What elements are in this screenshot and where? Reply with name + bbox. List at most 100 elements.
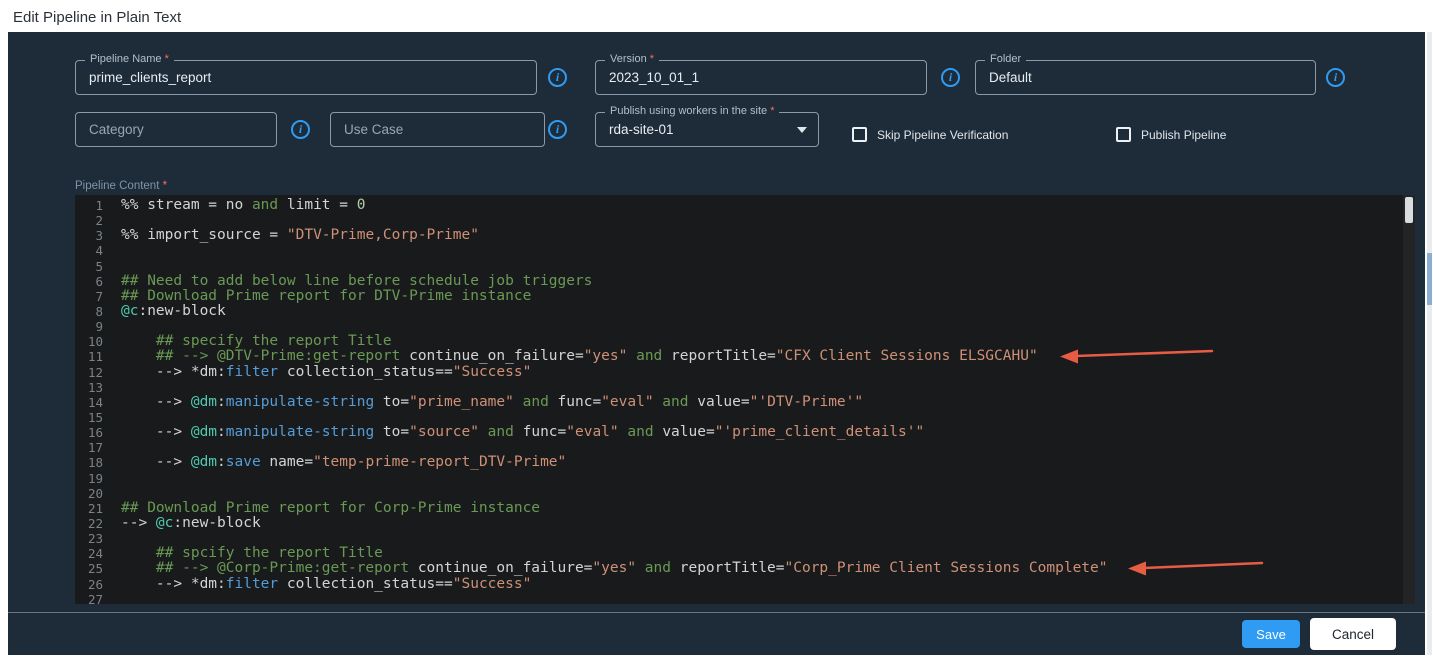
code-line: [121, 319, 1401, 334]
site-select[interactable]: Publish using workers in the site * rda-…: [595, 112, 819, 147]
pipeline-name-info-icon[interactable]: i: [548, 68, 567, 87]
pipeline-name-value: prime_clients_report: [89, 70, 211, 85]
page-scrollbar[interactable]: [1427, 32, 1432, 655]
code-line: [121, 213, 1401, 228]
code-line: [121, 243, 1401, 258]
footer-divider: [8, 612, 1425, 613]
cancel-button[interactable]: Cancel: [1310, 618, 1396, 650]
code-line: --> @c:new-block: [121, 516, 1401, 531]
save-button[interactable]: Save: [1242, 620, 1300, 648]
use-case-field[interactable]: Use Case: [330, 112, 545, 147]
publish-pipeline-checkbox[interactable]: Publish Pipeline: [1116, 127, 1226, 142]
line-number: 16: [75, 425, 121, 440]
line-number: 22: [75, 516, 121, 531]
code-line: ## --> @Corp-Prime:get-report continue_o…: [121, 561, 1401, 576]
category-info-icon[interactable]: i: [291, 120, 310, 139]
code-line: ## spcify the report Title: [121, 546, 1401, 561]
line-number: 19: [75, 471, 121, 486]
editor-vertical-scrollbar[interactable]: [1403, 195, 1415, 604]
code-line: [121, 592, 1401, 604]
code-line: --> @dm:manipulate-string to="source" an…: [121, 425, 1401, 440]
code-line: --> *dm:filter collection_status=="Succe…: [121, 577, 1401, 592]
checkbox-box-icon[interactable]: [852, 127, 867, 142]
pipeline-content-editor[interactable]: 1234567891011121314151617181920212223242…: [75, 195, 1415, 604]
line-number: 15: [75, 410, 121, 425]
line-number: 1: [75, 198, 121, 213]
line-number: 11: [75, 349, 121, 364]
line-number: 10: [75, 334, 121, 349]
site-value: rda-site-01: [609, 122, 674, 137]
code-line: [121, 486, 1401, 501]
code-line: ## Download Prime report for DTV-Prime i…: [121, 289, 1401, 304]
code-line: ## specify the report Title: [121, 334, 1401, 349]
code-line: --> *dm:filter collection_status=="Succe…: [121, 365, 1401, 380]
skip-pipeline-verification-checkbox[interactable]: Skip Pipeline Verification: [852, 127, 1008, 142]
code-line: [121, 259, 1401, 274]
editor-scrollbar-thumb[interactable]: [1405, 197, 1413, 223]
code-line: [121, 410, 1401, 425]
code-line: ## --> @DTV-Prime:get-report continue_on…: [121, 349, 1401, 364]
skip-pipeline-verification-label: Skip Pipeline Verification: [877, 128, 1008, 142]
code-line: --> @dm:save name="temp-prime-report_DTV…: [121, 455, 1401, 470]
code-line: [121, 531, 1401, 546]
line-number: 21: [75, 501, 121, 516]
pipeline-name-field[interactable]: Pipeline Name * prime_clients_report: [75, 60, 537, 95]
line-number: 5: [75, 259, 121, 274]
code-lines[interactable]: %% stream = no and limit = 0 %% import_s…: [121, 198, 1401, 604]
line-number: 18: [75, 455, 121, 470]
line-number: 6: [75, 274, 121, 289]
code-line: ## Need to add below line before schedul…: [121, 274, 1401, 289]
version-value: 2023_10_01_1: [609, 70, 699, 85]
line-number: 26: [75, 577, 121, 592]
category-field[interactable]: Category: [75, 112, 277, 147]
line-number: 12: [75, 365, 121, 380]
code-line: %% stream = no and limit = 0: [121, 198, 1401, 213]
dialog-title: Edit Pipeline in Plain Text: [13, 9, 181, 26]
line-number: 3: [75, 228, 121, 243]
line-number: 7: [75, 289, 121, 304]
publish-pipeline-label: Publish Pipeline: [1141, 128, 1226, 142]
line-number: 8: [75, 304, 121, 319]
folder-label: Folder: [985, 53, 1026, 65]
line-number: 20: [75, 486, 121, 501]
chevron-down-icon[interactable]: [797, 127, 807, 133]
required-marker: *: [165, 53, 169, 65]
site-label: Publish using workers in the site *: [605, 105, 779, 117]
line-number: 23: [75, 531, 121, 546]
code-line: --> @dm:manipulate-string to="prime_name…: [121, 395, 1401, 410]
line-number: 25: [75, 561, 121, 576]
line-number: 4: [75, 243, 121, 258]
line-number: 2: [75, 213, 121, 228]
code-line: %% import_source = "DTV-Prime,Corp-Prime…: [121, 228, 1401, 243]
use-case-info-icon[interactable]: i: [548, 120, 567, 139]
line-number: 24: [75, 546, 121, 561]
line-number: 9: [75, 319, 121, 334]
code-line: [121, 440, 1401, 455]
folder-value: Default: [989, 70, 1032, 85]
code-line: [121, 380, 1401, 395]
edit-pipeline-screen: Edit Pipeline in Plain Text Pipeline Nam…: [0, 0, 1433, 667]
line-number-gutter: 1234567891011121314151617181920212223242…: [75, 198, 121, 604]
version-label: Version *: [605, 53, 659, 65]
folder-field[interactable]: Folder Default: [975, 60, 1316, 95]
category-placeholder: Category: [89, 122, 144, 137]
use-case-placeholder: Use Case: [344, 122, 403, 137]
required-marker: *: [650, 53, 654, 65]
code-line: @c:new-block: [121, 304, 1401, 319]
version-info-icon[interactable]: i: [941, 68, 960, 87]
line-number: 14: [75, 395, 121, 410]
line-number: 27: [75, 592, 121, 604]
version-field[interactable]: Version * 2023_10_01_1: [595, 60, 927, 95]
line-number: 17: [75, 440, 121, 455]
page-scrollbar-thumb[interactable]: [1427, 253, 1432, 305]
pipeline-content-label: Pipeline Content *: [75, 180, 167, 192]
code-line: ## Download Prime report for Corp-Prime …: [121, 501, 1401, 516]
folder-info-icon[interactable]: i: [1326, 68, 1345, 87]
line-number: 13: [75, 380, 121, 395]
pipeline-name-label: Pipeline Name *: [85, 53, 174, 65]
code-line: [121, 471, 1401, 486]
edit-pipeline-modal: Pipeline Name * prime_clients_report i V…: [8, 32, 1425, 655]
checkbox-box-icon[interactable]: [1116, 127, 1131, 142]
required-marker: *: [770, 105, 774, 117]
required-marker: *: [163, 180, 167, 192]
